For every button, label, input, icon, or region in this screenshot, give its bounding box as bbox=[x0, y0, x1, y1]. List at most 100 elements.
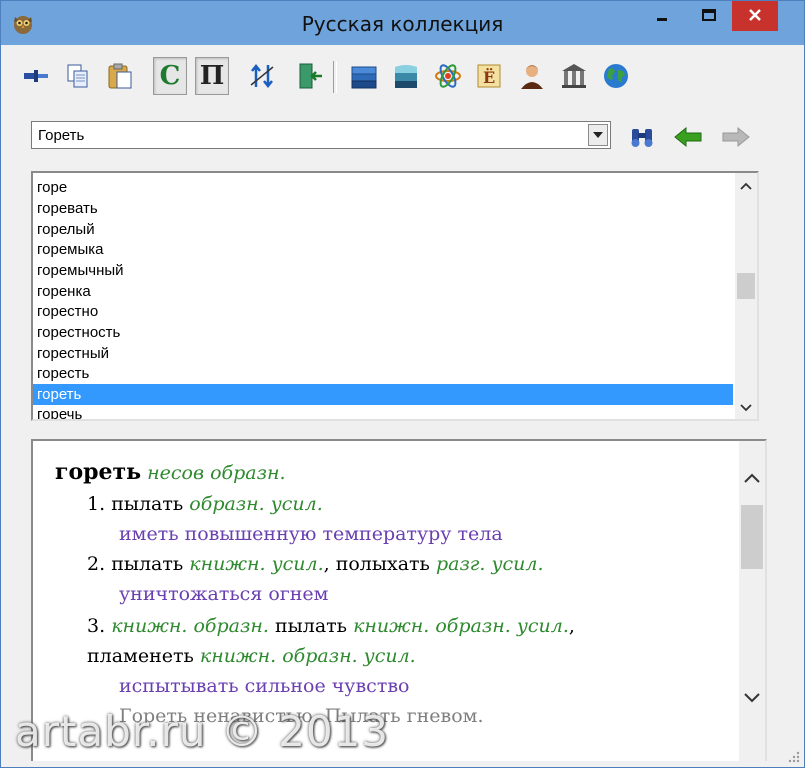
minimize-icon bbox=[657, 18, 667, 21]
list-item[interactable]: горелый bbox=[33, 219, 733, 240]
toolbar: C П Ё bbox=[13, 57, 693, 97]
toolbar-separator bbox=[333, 61, 337, 93]
forward-button[interactable] bbox=[721, 123, 751, 151]
letter-c-button[interactable]: C bbox=[153, 57, 187, 95]
letter-ye-book-icon: Ё bbox=[477, 64, 501, 88]
chevron-up-icon bbox=[740, 182, 752, 190]
blue-books-button[interactable] bbox=[347, 57, 381, 95]
atom-button[interactable] bbox=[431, 57, 465, 95]
definition: иметь повышенную температуру тела bbox=[119, 523, 503, 545]
list-item[interactable]: горестный bbox=[33, 343, 733, 364]
sense-3: 3. книжн. образн. пылать книжн. образн. … bbox=[87, 615, 575, 637]
list-item[interactable]: горе bbox=[33, 177, 733, 198]
chevron-up-icon bbox=[744, 473, 760, 483]
pin-button[interactable] bbox=[19, 57, 53, 95]
sense-number: 3. bbox=[87, 615, 106, 637]
library-icon bbox=[562, 64, 586, 88]
usage-label: книжн. образн. усил. bbox=[353, 615, 569, 637]
search-combobox[interactable]: Гореть bbox=[31, 121, 611, 149]
list-item[interactable]: горесть bbox=[33, 363, 733, 384]
copy-button[interactable] bbox=[61, 57, 95, 95]
globe-button[interactable] bbox=[599, 57, 633, 95]
synonym-link[interactable]: пламенеть bbox=[87, 645, 194, 667]
paste-icon bbox=[108, 63, 132, 89]
article-headword-line: гореть несов образн. bbox=[55, 459, 286, 485]
sort-arrows-icon bbox=[250, 63, 274, 89]
definition: испытывать сильное чувство bbox=[119, 675, 410, 697]
chevron-down-icon bbox=[740, 404, 752, 412]
word-list-scrollbar[interactable] bbox=[735, 173, 757, 419]
window-title: Русская коллекция bbox=[301, 12, 504, 36]
blue-books-icon bbox=[351, 66, 377, 89]
list-item[interactable]: горестность bbox=[33, 322, 733, 343]
list-item[interactable]: горевать bbox=[33, 198, 733, 219]
sense-3-continued: пламенеть книжн. образн. усил. bbox=[87, 645, 416, 667]
usage-label: книжн. усил. bbox=[189, 553, 324, 575]
synonym-link[interactable]: пылать bbox=[111, 493, 183, 515]
dropdown-button[interactable] bbox=[588, 124, 608, 146]
synonym-link[interactable]: пылать bbox=[275, 615, 347, 637]
resize-grip-icon[interactable] bbox=[786, 749, 800, 763]
close-button[interactable] bbox=[732, 1, 778, 31]
close-icon bbox=[749, 9, 761, 21]
copy-icon bbox=[67, 64, 88, 88]
find-button[interactable] bbox=[627, 123, 657, 151]
headword: гореть bbox=[55, 459, 142, 485]
maximize-icon bbox=[702, 9, 716, 21]
client-area: C П Ё Гореть горе горевать горелый горем… bbox=[9, 45, 796, 761]
usage-label: книжн. образн. bbox=[111, 615, 269, 637]
teal-books-button[interactable] bbox=[389, 57, 423, 95]
sense-number: 1. bbox=[87, 493, 106, 515]
scroll-up-button[interactable] bbox=[735, 175, 757, 197]
library-button[interactable] bbox=[557, 57, 591, 95]
letter-p-button[interactable]: П bbox=[195, 57, 229, 95]
list-item[interactable]: горемыка bbox=[33, 239, 733, 260]
sense-2: 2. пылать книжн. усил., полыхать разг. у… bbox=[87, 553, 544, 575]
list-item-selected[interactable]: гореть bbox=[33, 384, 733, 405]
list-item[interactable]: горемычный bbox=[33, 260, 733, 281]
list-item[interactable]: горечь bbox=[33, 404, 733, 419]
chevron-down-icon bbox=[744, 693, 760, 703]
scroll-thumb[interactable] bbox=[741, 505, 763, 569]
search-input[interactable]: Гореть bbox=[38, 127, 84, 144]
chevron-down-icon bbox=[593, 132, 603, 138]
letter-c-label: C bbox=[159, 61, 181, 91]
watermark: artabr.ru © 2013 bbox=[15, 707, 390, 756]
list-item[interactable]: горенка bbox=[33, 281, 733, 302]
svg-text:Ё: Ё bbox=[483, 67, 495, 87]
definition: уничтожаться огнем bbox=[119, 583, 329, 605]
exit-button[interactable] bbox=[293, 57, 327, 95]
word-list[interactable]: горе горевать горелый горемыка горемычны… bbox=[31, 171, 759, 421]
usage-label: образн. усил. bbox=[189, 493, 323, 515]
arrow-left-icon bbox=[674, 126, 702, 148]
teal-books-icon bbox=[395, 65, 417, 88]
usage-label: книжн. образн. усил. bbox=[199, 645, 416, 667]
exit-door-icon bbox=[299, 63, 322, 89]
list-item[interactable]: горестно bbox=[33, 301, 733, 322]
letter-p-label: П bbox=[199, 61, 225, 91]
portrait-icon bbox=[521, 65, 543, 89]
synonym-link[interactable]: полыхать bbox=[336, 553, 430, 575]
globe-icon bbox=[604, 64, 628, 88]
scroll-up-button[interactable] bbox=[739, 467, 765, 489]
sense-number: 2. bbox=[87, 553, 106, 575]
back-button[interactable] bbox=[673, 123, 703, 151]
grammar-label: несов образн. bbox=[147, 462, 286, 484]
app-window: Русская коллекция C П Ё Гореть горе горе… bbox=[0, 0, 805, 768]
synonym-link[interactable]: пылать bbox=[111, 553, 183, 575]
article-scrollbar[interactable] bbox=[739, 441, 765, 761]
minimize-button[interactable] bbox=[648, 1, 676, 31]
letter-ye-button[interactable]: Ё bbox=[473, 57, 507, 95]
portrait-button[interactable] bbox=[515, 57, 549, 95]
arrow-right-icon bbox=[722, 126, 750, 148]
scroll-down-button[interactable] bbox=[739, 687, 765, 709]
sort-button[interactable] bbox=[245, 57, 279, 95]
paste-button[interactable] bbox=[103, 57, 137, 95]
sense-1: 1. пылать образн. усил. bbox=[87, 493, 323, 515]
usage-label: разг. усил. bbox=[435, 553, 544, 575]
maximize-button[interactable] bbox=[686, 1, 732, 31]
scroll-thumb[interactable] bbox=[737, 273, 755, 299]
title-bar[interactable]: Русская коллекция bbox=[1, 1, 804, 45]
scroll-down-button[interactable] bbox=[735, 397, 757, 419]
atom-icon bbox=[435, 64, 461, 88]
